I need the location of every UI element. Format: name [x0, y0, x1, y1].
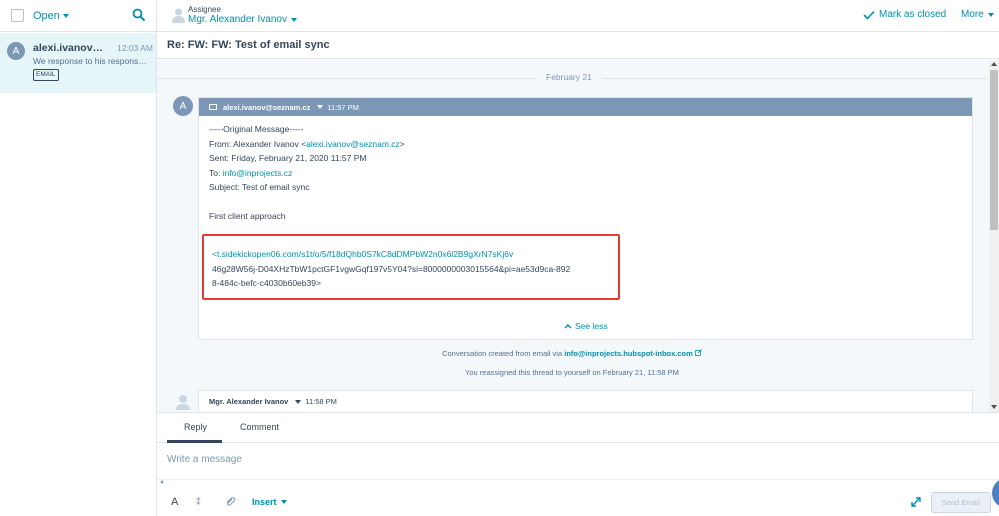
mark-as-closed-button[interactable]: Mark as closed — [863, 9, 946, 20]
composer-toolbar: A ⁑ Insert Send Email — [157, 488, 999, 516]
chevron-up-icon — [564, 324, 572, 329]
more-dropdown[interactable]: More — [961, 9, 994, 20]
mark-as-closed-label: Mark as closed — [879, 9, 947, 20]
message-composer: Reply Comment Write a message A ⁑ Insert… — [157, 412, 999, 516]
from-email-link[interactable]: alexi.ivanov@seznam.cz — [306, 139, 400, 149]
tab-comment[interactable]: Comment — [240, 422, 279, 432]
from-prefix: From: Alexander Ivanov < — [209, 138, 307, 149]
active-tab-indicator — [167, 440, 222, 443]
status-filter-label: Open — [33, 10, 60, 22]
conversation-created-note: Conversation created from email via info… — [157, 349, 987, 358]
scrollbar-thumb[interactable] — [990, 70, 998, 230]
send-email-button[interactable]: Send Email — [931, 492, 991, 513]
to-line: To: info@inprojects.cz — [209, 166, 972, 181]
conversation-time: 12:03 AM — [117, 43, 153, 53]
body-line: First client approach — [209, 211, 286, 221]
channel-badge: EMAIL — [33, 69, 59, 81]
subject-bar: Re: FW: FW: Test of email sync — [157, 32, 999, 59]
insert-label: Insert — [252, 497, 277, 507]
thread-scrollbar[interactable] — [989, 60, 999, 412]
insert-dropdown[interactable]: Insert — [252, 497, 287, 507]
see-less-label: See less — [575, 321, 608, 331]
message-input[interactable]: Write a message — [167, 454, 242, 465]
from-line: From: Alexander Ivanov <alexi.ivanov@sez… — [209, 137, 972, 152]
text-format-button[interactable]: A — [171, 496, 178, 508]
to-prefix: To: — [209, 167, 223, 178]
scroll-down-arrow-icon[interactable] — [991, 405, 997, 409]
sent-line: Sent: Friday, February 21, 2020 11:57 PM — [209, 153, 367, 163]
reassigned-note: You reassigned this thread to yourself o… — [465, 368, 679, 377]
assignee-dropdown[interactable]: Mgr. Alexander Ivanov — [188, 14, 297, 25]
email-icon — [209, 104, 217, 110]
conversation-snippet: We response to his response and ... — [33, 56, 151, 66]
checkmark-icon — [863, 10, 875, 20]
tracking-link[interactable]: <t.sidekickopen06.com/s1t/o/5/f18dQhb0S7… — [212, 247, 570, 262]
message-sender: alexi.ivanov@seznam.cz — [223, 102, 311, 112]
thread-header: Assignee Mgr. Alexander Ivanov Mark as c… — [157, 0, 999, 32]
avatar: A — [173, 96, 193, 116]
conversation-from: alexi.ivanov@sezn... — [33, 42, 113, 54]
person-icon — [176, 395, 190, 410]
scroll-left-arrow-icon[interactable] — [160, 480, 163, 484]
assignee-name: Mgr. Alexander Ivanov — [188, 14, 287, 25]
select-all-checkbox[interactable] — [11, 9, 24, 22]
tracking-link-text: <t.sidekickopen06.com/s1t/o/5/f18dQhb0S7… — [212, 247, 570, 291]
message-header-2[interactable]: Mgr. Alexander Ivanov 11:58 PM — [199, 391, 972, 406]
expand-icon[interactable] — [910, 496, 922, 508]
message-body: -----Original Message----- From: Alexand… — [199, 116, 972, 224]
message-sender-2: Mgr. Alexander Ivanov — [209, 397, 289, 406]
original-message-line: -----Original Message----- — [209, 124, 304, 134]
message-header[interactable]: alexi.ivanov@seznam.cz 11:57 PM — [199, 98, 972, 116]
chevron-down-icon — [280, 500, 287, 504]
tracking-link-line-2: 46g28W56j-D04XHzTbW1pctGF1vgwGqf197v5Y04… — [212, 263, 571, 274]
chevron-down-icon[interactable] — [295, 399, 302, 404]
chevron-down-icon[interactable] — [317, 105, 324, 109]
composer-horizontal-scrollbar[interactable] — [157, 479, 999, 485]
subject-line: Subject: Test of email sync — [209, 182, 310, 192]
external-link-icon[interactable] — [694, 349, 702, 356]
search-icon[interactable] — [132, 8, 146, 22]
inbox-address-link[interactable]: info@inprojects.hubspot-inbox.com — [564, 349, 693, 358]
date-divider-label: February 21 — [536, 72, 602, 82]
tracking-link-line-3: 8-484c-befc-c4030b60eb39> — [212, 278, 321, 288]
chevron-down-icon — [987, 12, 994, 17]
paperclip-icon[interactable] — [224, 496, 236, 508]
thread-view[interactable]: February 21 A alexi.ivanov@seznam.cz 11:… — [157, 60, 999, 412]
from-suffix: > — [399, 138, 405, 149]
scroll-up-arrow-icon[interactable] — [991, 62, 997, 66]
message-time: 11:57 PM — [327, 102, 359, 112]
thread-subject: Re: FW: FW: Test of email sync — [167, 39, 330, 51]
sidebar-header: Open — [0, 0, 156, 32]
email-message-card-2: Mgr. Alexander Ivanov 11:58 PM — [198, 390, 973, 412]
highlighted-tracking-link: <t.sidekickopen06.com/s1t/o/5/f18dQhb0S7… — [202, 234, 620, 300]
status-filter-dropdown[interactable]: Open — [33, 10, 69, 22]
tab-reply[interactable]: Reply — [184, 422, 207, 432]
composer-tabs: Reply Comment — [157, 413, 999, 443]
see-less-button[interactable]: See less — [564, 321, 608, 331]
message-time-2: 11:58 PM — [305, 397, 337, 406]
email-message-card: alexi.ivanov@seznam.cz 11:57 PM -----Ori… — [198, 97, 973, 340]
chevron-down-icon — [62, 14, 69, 18]
more-label: More — [961, 9, 984, 20]
chevron-down-icon — [290, 17, 297, 22]
assignee-label: Assignee — [188, 5, 221, 14]
conversation-sidebar: Open A alexi.ivanov@sezn... 12:03 AM We … — [0, 0, 157, 516]
formatting-icon[interactable]: ⁑ — [196, 497, 201, 508]
to-email-link[interactable]: info@inprojects.cz — [223, 168, 293, 178]
person-icon — [172, 8, 185, 23]
created-prefix: Conversation created from email via — [442, 349, 565, 358]
conversation-list-item[interactable]: A alexi.ivanov@sezn... 12:03 AM We respo… — [0, 33, 156, 93]
avatar: A — [7, 42, 25, 60]
